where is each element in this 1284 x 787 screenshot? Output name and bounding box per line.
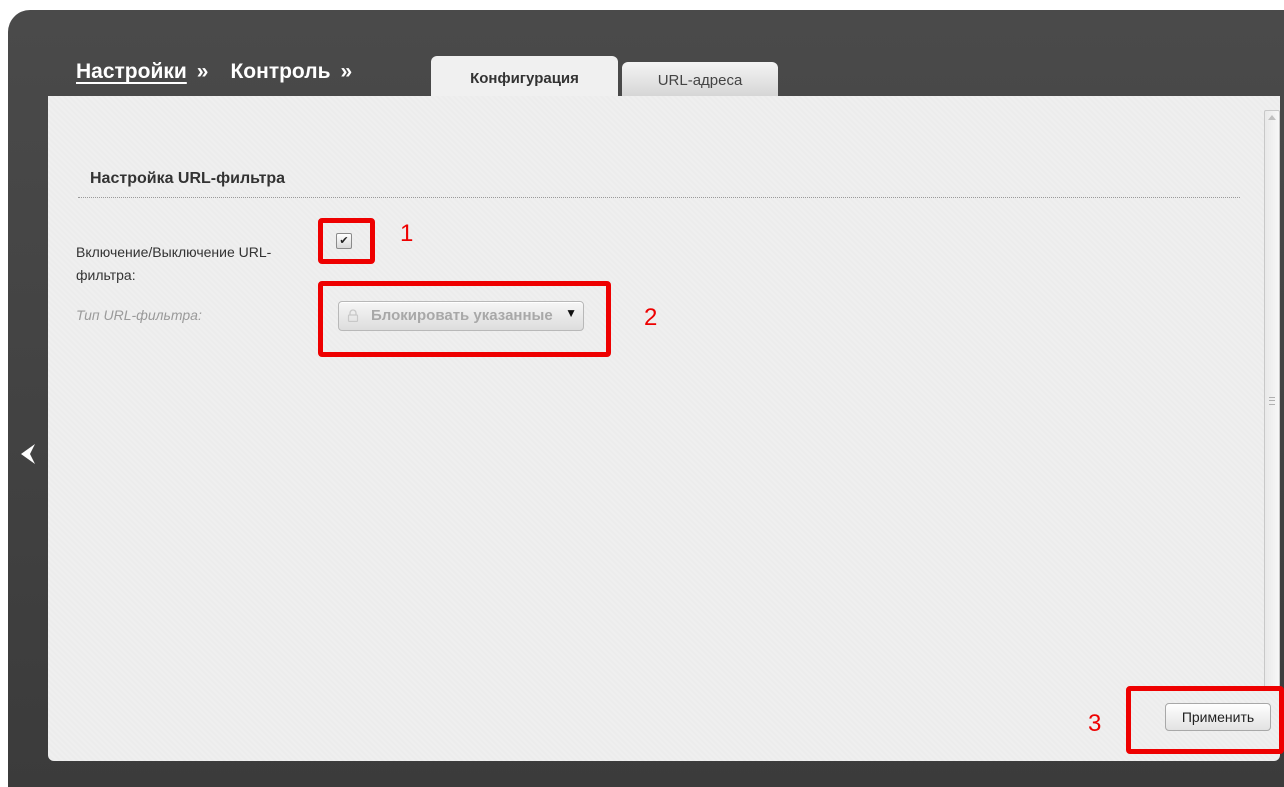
annotation-box-2 [318,281,611,357]
tab-url-addresses[interactable]: URL-адреса [622,62,778,98]
url-filter-type-label: Тип URL-фильтра: [76,307,202,323]
scroll-up-arrow-icon[interactable] [1268,115,1276,120]
breadcrumb-separator: » [196,60,209,83]
annotation-box-1 [318,218,375,264]
chevron-left-icon[interactable] [16,441,40,467]
scroll-grip-icon [1269,397,1275,405]
url-filter-enable-label: Включение/Выключение URL-фильтра: [76,244,272,283]
annotation-number-3: 3 [1088,710,1102,737]
tab-configuration[interactable]: Конфигурация [431,56,618,100]
annotation-number-2: 2 [644,304,658,331]
section-title: Настройка URL-фильтра [90,170,286,187]
breadcrumb-control: Контроль [230,60,331,83]
annotation-box-3 [1126,686,1284,754]
breadcrumb-separator: » [340,60,353,83]
breadcrumb: Настройки » Контроль » [76,60,364,84]
content-panel: Настройка URL-фильтра Включение/Выключен… [48,96,1280,761]
section-divider [78,197,1240,198]
breadcrumb-settings-link[interactable]: Настройки [76,60,187,84]
vertical-scrollbar[interactable] [1264,110,1280,690]
annotation-number-1: 1 [400,220,414,247]
